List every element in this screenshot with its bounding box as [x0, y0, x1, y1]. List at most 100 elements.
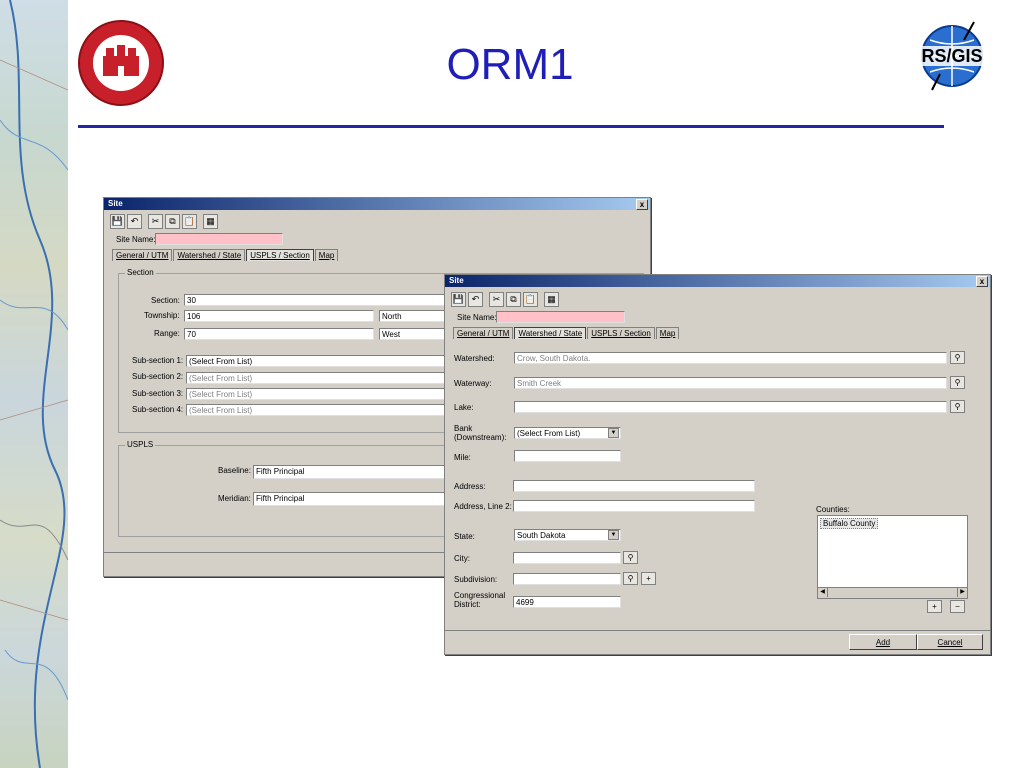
state-select[interactable]: South Dakota ▼	[514, 529, 621, 541]
undo-icon[interactable]: ↶	[468, 292, 483, 307]
window-title: Site	[108, 199, 123, 208]
map-lines	[0, 0, 68, 768]
range-input[interactable]: 70	[184, 328, 374, 340]
tab-strip: General / UTM Watershed / State USPLS / …	[112, 249, 339, 261]
subdivision-label: Subdivision:	[454, 575, 498, 584]
city-search-icon[interactable]: ⚲	[623, 551, 638, 564]
tab-uspls-section[interactable]: USPLS / Section	[246, 249, 314, 261]
address-input[interactable]	[513, 480, 755, 492]
rs-gis-logo-text: RS/GIS	[921, 46, 982, 66]
save-icon[interactable]: 💾	[451, 292, 466, 307]
baseline-select[interactable]: Fifth Principal	[253, 465, 453, 479]
copy-icon[interactable]: ⧉	[506, 292, 521, 307]
site-window-front: Site x 💾 ↶ ✂ ⧉ 📋 ▦ Site Name: General / …	[444, 274, 991, 655]
mile-input[interactable]	[514, 450, 621, 462]
watershed-search-icon[interactable]: ⚲	[950, 351, 965, 364]
usace-erdc-logo	[76, 18, 166, 108]
range-direction-select[interactable]: West	[379, 328, 449, 340]
close-button[interactable]: x	[976, 276, 988, 287]
counties-listbox[interactable]: Buffalo County ◀ ▶	[817, 515, 968, 599]
tab-watershed-state[interactable]: Watershed / State	[514, 327, 587, 339]
subsection-4-label: Sub-section 4:	[132, 405, 184, 414]
lake-label: Lake:	[454, 403, 474, 412]
congressional-label-line1: Congressional	[454, 591, 506, 600]
site-name-input[interactable]	[155, 233, 283, 245]
tab-strip: General / UTM Watershed / State USPLS / …	[453, 327, 680, 339]
congressional-district-input[interactable]: 4699	[513, 596, 621, 608]
meridian-select[interactable]: Fifth Principal	[253, 492, 453, 506]
tab-uspls-section[interactable]: USPLS / Section	[587, 327, 655, 339]
subsection-1-select[interactable]: (Select From List)	[186, 355, 451, 367]
subsection-1-label: Sub-section 1:	[132, 356, 184, 365]
subsection-3-label: Sub-section 3:	[132, 389, 184, 398]
waterway-label: Waterway:	[454, 379, 492, 388]
undo-icon[interactable]: ↶	[127, 214, 142, 229]
address-line2-input[interactable]	[513, 500, 755, 512]
titlebar: Site x	[445, 275, 990, 287]
lake-input[interactable]	[514, 401, 947, 413]
lake-search-icon[interactable]: ⚲	[950, 400, 965, 413]
tab-watershed-state[interactable]: Watershed / State	[173, 249, 246, 261]
cut-icon[interactable]: ✂	[489, 292, 504, 307]
subsection-2-select[interactable]: (Select From List)	[186, 372, 451, 384]
chevron-down-icon[interactable]: ▼	[608, 530, 619, 540]
rs-gis-logo: RS/GIS	[902, 18, 1002, 96]
address-label: Address:	[454, 482, 486, 491]
window-title: Site	[449, 276, 464, 285]
waterway-search-icon[interactable]: ⚲	[950, 376, 965, 389]
state-label: State:	[454, 532, 475, 541]
copy-icon[interactable]: ⧉	[165, 214, 180, 229]
site-name-input[interactable]	[496, 311, 625, 323]
site-name-label: Site Name:	[457, 313, 497, 322]
tab-general-utm[interactable]: General / UTM	[453, 327, 514, 339]
range-label: Range:	[154, 329, 180, 338]
map-background-strip	[0, 0, 68, 768]
subsection-2-label: Sub-section 2:	[132, 372, 184, 381]
bank-select-value: (Select From List)	[517, 429, 581, 438]
subdivision-add-button[interactable]: +	[641, 572, 656, 585]
counties-remove-button[interactable]: −	[950, 600, 965, 613]
scroll-left-icon[interactable]: ◀	[818, 588, 828, 597]
meridian-label: Meridian:	[218, 494, 251, 503]
section-input[interactable]: 30	[184, 294, 454, 306]
section-label: Section:	[151, 296, 180, 305]
paste-icon[interactable]: 📋	[182, 214, 197, 229]
bank-select[interactable]: (Select From List) ▼	[514, 427, 621, 439]
paste-icon[interactable]: 📋	[523, 292, 538, 307]
baseline-label: Baseline:	[218, 466, 251, 475]
mile-label: Mile:	[454, 453, 471, 462]
waterway-input[interactable]: Smith Creek	[514, 377, 947, 389]
close-button[interactable]: x	[636, 199, 648, 210]
city-input[interactable]	[513, 552, 621, 564]
township-direction-select[interactable]: North	[379, 310, 449, 322]
township-label: Township:	[144, 311, 180, 320]
counties-hscrollbar[interactable]: ◀ ▶	[818, 587, 967, 598]
counties-add-button[interactable]: +	[927, 600, 942, 613]
properties-icon[interactable]: ▦	[203, 214, 218, 229]
properties-icon[interactable]: ▦	[544, 292, 559, 307]
site-name-label: Site Name:	[116, 235, 156, 244]
congressional-label-line2: District:	[454, 600, 481, 609]
subdivision-input[interactable]	[513, 573, 621, 585]
cancel-button[interactable]: Cancel	[917, 634, 983, 650]
counties-label: Counties:	[816, 505, 850, 514]
tab-map[interactable]: Map	[314, 249, 339, 261]
township-input[interactable]: 106	[184, 310, 374, 322]
watershed-input[interactable]: Crow, South Dakota.	[514, 352, 947, 364]
add-button[interactable]: Add	[849, 634, 917, 650]
cut-icon[interactable]: ✂	[148, 214, 163, 229]
subsection-3-select[interactable]: (Select From List)	[186, 388, 451, 400]
save-icon[interactable]: 💾	[110, 214, 125, 229]
scroll-right-icon[interactable]: ▶	[957, 588, 967, 597]
uspls-group-title: USPLS	[125, 440, 156, 449]
bank-label-line1: Bank	[454, 424, 473, 433]
subsection-4-select[interactable]: (Select From List)	[186, 404, 451, 416]
tab-map[interactable]: Map	[655, 327, 680, 339]
counties-list-item[interactable]: Buffalo County	[820, 518, 879, 529]
toolbar: 💾 ↶ ✂ ⧉ 📋 ▦	[110, 214, 218, 229]
chevron-down-icon[interactable]: ▼	[608, 428, 619, 438]
toolbar: 💾 ↶ ✂ ⧉ 📋 ▦	[451, 292, 559, 307]
city-label: City:	[454, 554, 470, 563]
tab-general-utm[interactable]: General / UTM	[112, 249, 173, 261]
subdivision-search-icon[interactable]: ⚲	[623, 572, 638, 585]
